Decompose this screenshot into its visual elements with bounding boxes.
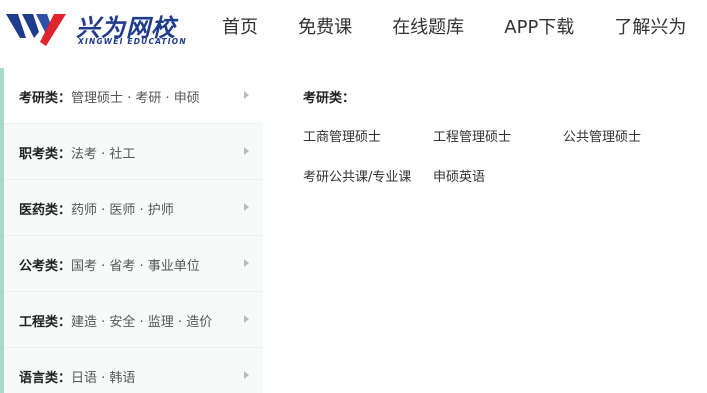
- sidebar-item-subcategories: 日语 · 韩语: [71, 371, 136, 386]
- logo-mark-icon: [6, 14, 66, 46]
- sidebar-item-gongcheng[interactable]: 工程类：建造 · 安全 · 监理 · 造价: [4, 292, 263, 348]
- course-link-shenshuo-english[interactable]: 申硕英语: [433, 166, 485, 185]
- nav-about[interactable]: 了解兴为: [614, 14, 686, 42]
- chevron-right-icon: [244, 315, 249, 323]
- chevron-right-icon: [244, 91, 249, 99]
- nav-app-download[interactable]: APP下载: [504, 14, 574, 42]
- sidebar-item-kaoyan[interactable]: 考研类：管理硕士 · 考研 · 申硕: [4, 68, 263, 124]
- nav-home[interactable]: 首页: [222, 14, 258, 42]
- sidebar-item-gongkao[interactable]: 公考类：国考 · 省考 · 事业单位: [4, 236, 263, 292]
- sidebar-item-subcategories: 建造 · 安全 · 监理 · 造价: [71, 315, 213, 330]
- logo-subtitle: XINGWEI EDUCATION: [78, 37, 187, 46]
- panel-title: 考研类：: [303, 91, 356, 106]
- header: 兴为网校 XINGWEI EDUCATION 首页 免费课 在线题库 APP下载…: [0, 0, 707, 62]
- sidebar-item-subcategories: 法考 · 社工: [71, 147, 136, 162]
- logo[interactable]: 兴为网校 XINGWEI EDUCATION: [6, 8, 186, 48]
- course-link-mpa[interactable]: 公共管理硕士: [563, 126, 641, 145]
- sidebar-item-category: 语言类：: [19, 371, 72, 386]
- sidebar-item-category: 医药类：: [19, 203, 72, 218]
- chevron-right-icon: [244, 147, 249, 155]
- sidebar-item-category: 职考类：: [19, 147, 72, 162]
- sidebar-item-subcategories: 国考 · 省考 · 事业单位: [71, 259, 200, 274]
- sidebar-item-subcategories: 药师 · 医师 · 护师: [71, 203, 174, 218]
- sidebar-item-yiyao[interactable]: 医药类：药师 · 医师 · 护师: [4, 180, 263, 236]
- chevron-right-icon: [244, 259, 249, 267]
- category-panel: 考研类： 工商管理硕士 工程管理硕士 公共管理硕士 考研公共课/专业课 申硕英语: [263, 68, 707, 393]
- chevron-right-icon: [244, 371, 249, 379]
- sidebar-item-category: 工程类：: [19, 315, 72, 330]
- chevron-right-icon: [244, 203, 249, 211]
- nav-question-bank[interactable]: 在线题库: [392, 14, 464, 42]
- sidebar-item-yuyan[interactable]: 语言类：日语 · 韩语: [4, 348, 263, 393]
- nav-free-courses[interactable]: 免费课: [298, 14, 352, 42]
- course-link-public-major[interactable]: 考研公共课/专业课: [303, 166, 411, 185]
- sidebar-item-category: 公考类：: [19, 259, 72, 274]
- main-nav: 首页 免费课 在线题库 APP下载 了解兴为: [222, 14, 707, 42]
- course-link-mba[interactable]: 工商管理硕士: [303, 126, 381, 145]
- sidebar-item-zhikao[interactable]: 职考类：法考 · 社工: [4, 124, 263, 180]
- course-link-mem[interactable]: 工程管理硕士: [433, 126, 511, 145]
- sidebar-item-category: 考研类：: [19, 91, 72, 106]
- sidebar-item-subcategories: 管理硕士 · 考研 · 申硕: [71, 91, 200, 106]
